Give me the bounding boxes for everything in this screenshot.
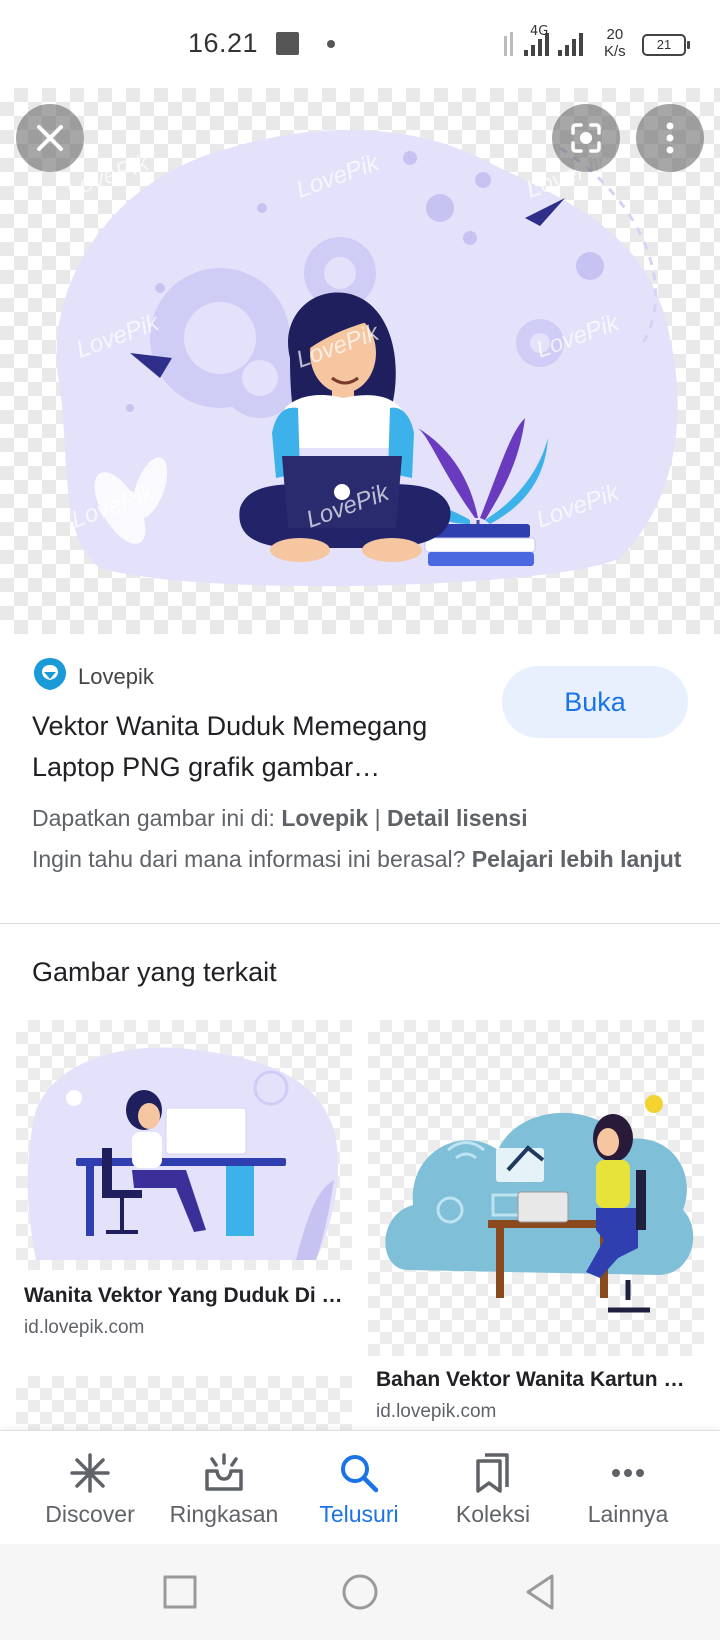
speed-unit: K/s: [604, 43, 626, 60]
lovepik-logo-icon: [34, 658, 66, 690]
nav-koleksi-label: Koleksi: [455, 1501, 531, 1527]
signal-icon: [504, 32, 583, 56]
info-question: Ingin tahu dari mana informasi ini beras…: [32, 846, 466, 872]
nav-koleksi[interactable]: Koleksi: [421, 1431, 565, 1545]
notification-dot-icon: [327, 40, 335, 48]
battery-icon: 21: [642, 34, 690, 56]
close-icon: [37, 125, 63, 151]
lens-icon: [571, 123, 601, 153]
related-title-1[interactable]: Wanita Vektor Yang Duduk Di …: [24, 1284, 354, 1308]
more-options-button[interactable]: [636, 104, 704, 172]
status-indicators: 4G 20 K/s 21: [500, 22, 700, 66]
related-title-2[interactable]: Bahan Vektor Wanita Kartun …: [376, 1368, 706, 1392]
nav-telusuri[interactable]: Telusuri: [287, 1431, 431, 1545]
notification-square-icon: [276, 32, 299, 55]
section-divider: [0, 923, 720, 924]
learn-more-link[interactable]: Pelajari lebih lanjut: [472, 846, 682, 872]
bottom-navigation: Discover Ringkasan Telusuri Koleksi Lain…: [0, 1430, 720, 1544]
woman-desk-illustration: [27, 1047, 339, 1260]
status-time: 16.21: [188, 28, 259, 58]
info-source-line: Ingin tahu dari mana informasi ini beras…: [32, 843, 692, 876]
open-button[interactable]: Buka: [502, 666, 688, 738]
more-horiz-icon: [612, 1469, 644, 1477]
bookmarks-icon: [476, 1453, 509, 1493]
woman-cloud-illustration: [385, 1095, 694, 1313]
source-name: Lovepik: [78, 664, 154, 689]
related-image-1[interactable]: [16, 1020, 352, 1270]
result-title[interactable]: Vektor Wanita Duduk Memegang Laptop PNG …: [32, 706, 492, 788]
more-vert-icon: [666, 122, 674, 154]
system-navigation-bar: [0, 1544, 720, 1640]
nav-lainnya[interactable]: Lainnya: [556, 1431, 700, 1545]
nav-telusuri-label: Telusuri: [319, 1501, 399, 1527]
get-image-source-link[interactable]: Lovepik: [281, 805, 368, 831]
separator: |: [374, 805, 381, 831]
preview-image[interactable]: LovePik LovePik LovePik LovePik LovePik …: [0, 88, 720, 634]
asterisk-icon: [70, 1453, 110, 1493]
recents-icon[interactable]: [160, 1572, 200, 1612]
network-speed: 20 K/s: [604, 26, 626, 60]
get-image-prefix: Dapatkan gambar ini di:: [32, 805, 275, 831]
nav-discover[interactable]: Discover: [18, 1431, 162, 1545]
related-image-3[interactable]: [16, 1376, 352, 1430]
get-image-line: Dapatkan gambar ini di: Lovepik | Detail…: [32, 802, 692, 835]
home-icon[interactable]: [340, 1572, 380, 1612]
related-domain-2: id.lovepik.com: [376, 1401, 497, 1422]
inbox-icon: [205, 1453, 243, 1491]
network-type: 4G: [530, 24, 549, 39]
related-heading: Gambar yang terkait: [32, 957, 277, 987]
nav-lainnya-label: Lainnya: [587, 1501, 669, 1527]
nav-ringkasan-label: Ringkasan: [169, 1501, 279, 1527]
lens-button[interactable]: [552, 104, 620, 172]
related-domain-1: id.lovepik.com: [24, 1317, 145, 1338]
speed-value: 20: [606, 26, 624, 43]
related-image-2[interactable]: [368, 1020, 704, 1356]
status-bar: 16.21 4G 20 K/s 21: [0, 0, 720, 88]
nav-discover-label: Discover: [45, 1501, 135, 1527]
license-details-link[interactable]: Detail lisensi: [387, 805, 528, 831]
nav-ringkasan[interactable]: Ringkasan: [152, 1431, 296, 1545]
back-icon[interactable]: [520, 1572, 560, 1612]
search-icon: [341, 1455, 379, 1493]
close-button[interactable]: [16, 104, 84, 172]
